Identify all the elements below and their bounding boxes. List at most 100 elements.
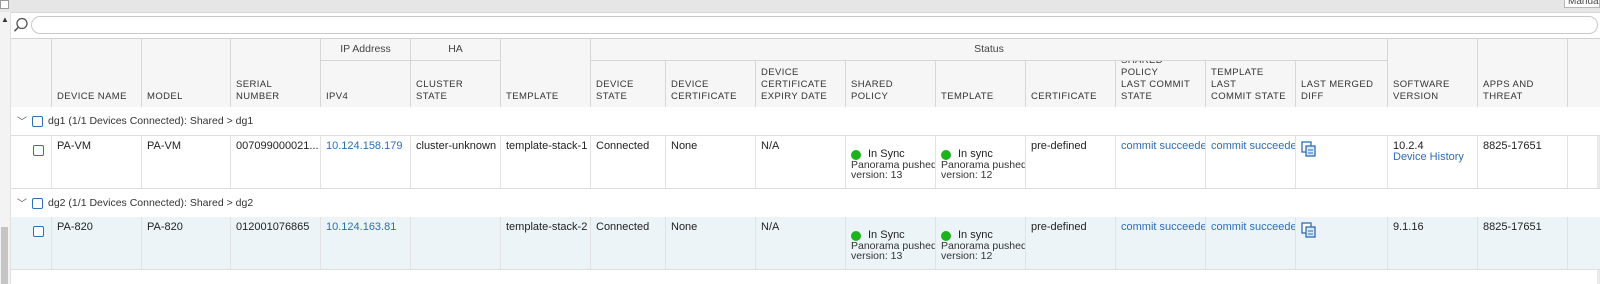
merged-diff-icon[interactable]	[1301, 222, 1317, 238]
header-cert-expiry[interactable]: DEVICE CERTIFICATE EXPIRY DATE	[755, 61, 845, 107]
cell-device-certificate: None	[665, 136, 755, 188]
chevron-down-icon[interactable]: ﹀	[17, 113, 27, 128]
software-version: 9.1.16	[1393, 221, 1424, 233]
in-sync-status-icon	[941, 149, 951, 160]
header-label: CLUSTER STATE	[416, 79, 464, 102]
header-label: SOFTWARE VERSION	[1393, 79, 1450, 102]
header-group-ha: HA	[410, 39, 500, 61]
header-software-version[interactable]: SOFTWARE VERSION	[1387, 39, 1477, 107]
cell-device-certificate: None	[665, 217, 755, 269]
cell-shared-policy-commit-link[interactable]: commit succeeded	[1115, 217, 1205, 269]
shared-policy-version: version: 13	[851, 250, 903, 262]
cell-more	[1567, 136, 1600, 188]
header-serial-number[interactable]: SERIAL NUMBER	[230, 39, 320, 107]
header-more	[1567, 39, 1600, 107]
header-model[interactable]: MODEL	[141, 39, 230, 107]
group-label: dg1 (1/1 Devices Connected): Shared > dg…	[48, 115, 254, 127]
header-label: TEMPLATE	[506, 91, 559, 102]
cell-cert-expiry: N/A	[755, 217, 845, 269]
search-input[interactable]	[31, 16, 1598, 34]
cell-device-state: Connected	[590, 136, 665, 188]
cell-device-name: PA-820	[51, 217, 141, 269]
cell-cert-expiry: N/A	[755, 136, 845, 188]
scrollbar-thumb[interactable]	[1, 227, 8, 284]
cell-template: template-stack-1	[500, 136, 590, 188]
header-shared-policy-last-commit[interactable]: SHARED POLICYLAST COMMITSTATE	[1115, 61, 1205, 107]
scroll-up-icon[interactable]: ▲	[1, 15, 9, 24]
header-certificate[interactable]: CERTIFICATE	[1025, 61, 1115, 107]
search-icon[interactable]	[13, 17, 29, 33]
group-checkbox[interactable]	[32, 116, 43, 127]
cell-shared-policy: In Sync Panorama pushed version: 13	[845, 136, 935, 188]
header-apps-threat[interactable]: APPS AND THREAT	[1477, 39, 1567, 107]
header-label: DEVICE CERTIFICATE	[671, 79, 737, 102]
cell-cluster-state: cluster-unknown	[410, 136, 500, 188]
row-checkbox[interactable]	[33, 145, 44, 156]
cell-template-commit-link[interactable]: commit succeeded	[1205, 217, 1295, 269]
device-history-link[interactable]: Device History	[1393, 152, 1472, 163]
table-row[interactable]: PA-VM PA-VM 007099000021... 10.124.158.1…	[11, 136, 1600, 189]
header-last-merged-diff[interactable]: LAST MERGED DIFF	[1295, 61, 1387, 107]
group-label: dg2 (1/1 Devices Connected): Shared > dg…	[48, 197, 254, 209]
header-label: APPS AND THREAT	[1483, 79, 1534, 102]
header-label: DEVICE NAME	[57, 91, 127, 102]
header-label: SHARED POLICYLAST COMMITSTATE	[1121, 61, 1191, 102]
cell-device-state: Connected	[590, 217, 665, 269]
template-version: version: 12	[941, 169, 993, 181]
device-group-row[interactable]: ﹀ dg1 (1/1 Devices Connected): Shared > …	[11, 107, 1600, 136]
header-status-template[interactable]: TEMPLATE	[935, 61, 1025, 107]
header-group-status: Status	[590, 39, 1387, 61]
merged-diff-icon[interactable]	[1301, 141, 1317, 157]
device-table: DEVICE NAME MODEL SERIAL NUMBER IP Addre…	[11, 38, 1600, 284]
shared-policy-version: version: 13	[851, 169, 903, 181]
header-device-name[interactable]: DEVICE NAME	[51, 39, 141, 107]
header-label: TEMPLATE LAST COMMIT STATE	[1211, 67, 1286, 102]
cell-serial-number: 012001076865	[230, 217, 320, 269]
in-sync-status-icon	[851, 230, 861, 241]
header-shared-policy[interactable]: SHARED POLICY	[845, 61, 935, 107]
row-checkbox[interactable]	[33, 226, 44, 237]
header-label: IPV4	[326, 91, 349, 102]
header-label: DEVICE CERTIFICATE EXPIRY DATE	[761, 67, 828, 102]
cell-last-merged-diff	[1295, 217, 1387, 269]
table-row[interactable]: PA-820 PA-820 012001076865 10.124.163.81…	[11, 217, 1600, 270]
header-group-ip-address: IP Address	[320, 39, 410, 61]
header-cluster-state[interactable]: CLUSTER STATE	[410, 61, 500, 107]
cell-certificate: pre-defined	[1025, 217, 1115, 269]
cell-shared-policy: In Sync Panorama pushed version: 13	[845, 217, 935, 269]
header-label: MODEL	[147, 91, 183, 102]
cell-apps-threat: 8825-17651	[1477, 136, 1567, 188]
group-checkbox[interactable]	[32, 198, 43, 209]
cell-software-version: 10.2.4 Device History	[1387, 136, 1477, 188]
vertical-scrollbar-left[interactable]: ▲	[0, 12, 11, 284]
cell-ipv4-link[interactable]: 10.124.163.81	[320, 217, 410, 269]
header-label: LAST MERGED DIFF	[1301, 79, 1374, 102]
cell-last-merged-diff	[1295, 136, 1387, 188]
table-header: DEVICE NAME MODEL SERIAL NUMBER IP Addre…	[11, 38, 1600, 108]
cell-device-name: PA-VM	[51, 136, 141, 188]
cell-ipv4-link[interactable]: 10.124.158.179	[320, 136, 410, 188]
in-sync-status-icon	[941, 230, 951, 241]
refresh-mode-select[interactable]: Manual	[1564, 0, 1600, 8]
cell-template-status: In sync Panorama pushed version: 12	[935, 136, 1025, 188]
cell-more	[1567, 217, 1600, 269]
header-label: CERTIFICATE	[1031, 91, 1097, 102]
header-label: DEVICE STATE	[596, 79, 634, 102]
header-template-last-commit[interactable]: TEMPLATE LAST COMMIT STATE	[1205, 61, 1295, 107]
header-label: SHARED POLICY	[851, 79, 893, 102]
cell-template-commit-link[interactable]: commit succeeded	[1205, 136, 1295, 188]
cell-shared-policy-commit-link[interactable]: commit succeeded	[1115, 136, 1205, 188]
cell-certificate: pre-defined	[1025, 136, 1115, 188]
window-corner	[0, 0, 9, 9]
header-template[interactable]: TEMPLATE	[500, 39, 590, 107]
header-device-certificate[interactable]: DEVICE CERTIFICATE	[665, 61, 755, 107]
device-group-row[interactable]: ﹀ dg2 (1/1 Devices Connected): Shared > …	[11, 189, 1600, 218]
cell-model: PA-VM	[141, 136, 230, 188]
cell-template-status: In sync Panorama pushed version: 12	[935, 217, 1025, 269]
cell-model: PA-820	[141, 217, 230, 269]
header-ipv4[interactable]: IPV4	[320, 61, 410, 107]
header-device-state[interactable]: DEVICE STATE	[590, 61, 665, 107]
cell-serial-number: 007099000021...	[230, 136, 320, 188]
cell-apps-threat: 8825-17651	[1477, 217, 1567, 269]
chevron-down-icon[interactable]: ﹀	[17, 195, 27, 210]
